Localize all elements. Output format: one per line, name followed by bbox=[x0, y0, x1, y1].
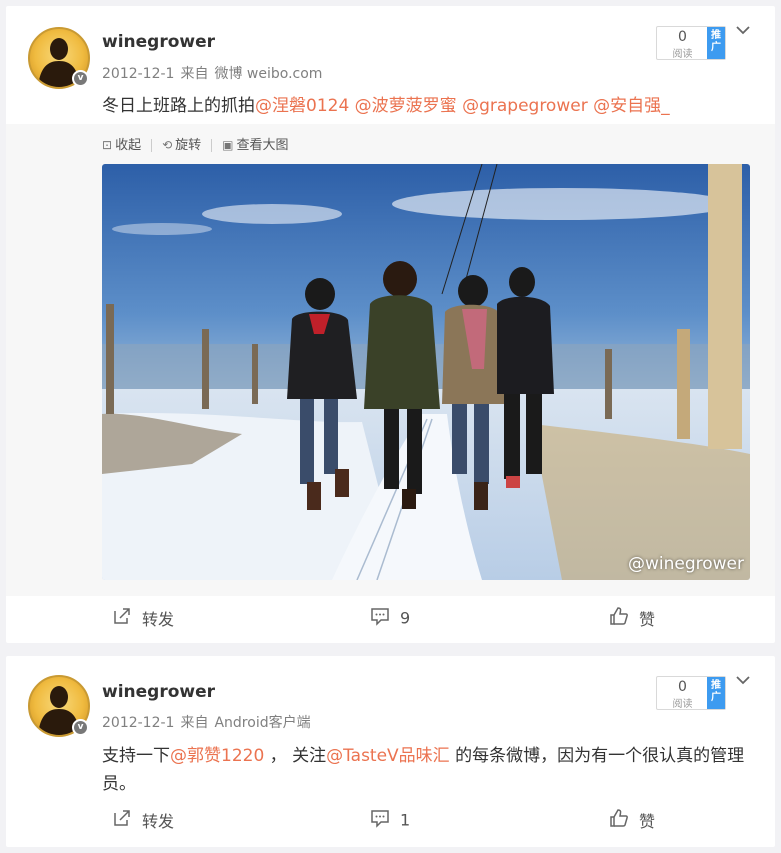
mention-link[interactable]: @波萝菠罗蜜 bbox=[355, 96, 457, 116]
like-label: 赞 bbox=[639, 812, 656, 831]
media-box: ⊡ 收起 ⟲ 旋转 ▣ 查看大图 @winegrower bbox=[6, 124, 775, 596]
rotate-button[interactable]: ⟲ 旋转 bbox=[162, 134, 201, 153]
post-text: 支持一下@郭赞1220 ， 关注@TasteV品味汇 的每条微博，因为有一个很认… bbox=[102, 742, 753, 798]
post-text-part: 支持一下 bbox=[102, 746, 170, 766]
mention-link[interactable]: @grapegrower bbox=[462, 96, 588, 116]
read-label: 阅读 bbox=[672, 49, 693, 60]
promote-button[interactable]: 推广 bbox=[707, 27, 725, 59]
rotate-icon: ⟲ bbox=[162, 138, 173, 152]
read-label: 阅读 bbox=[672, 699, 693, 710]
chevron-down-icon[interactable] bbox=[734, 672, 752, 690]
divider bbox=[211, 139, 213, 152]
action-bar: 转发 9 赞 bbox=[6, 602, 775, 638]
comment-icon bbox=[370, 808, 390, 832]
like-label: 赞 bbox=[639, 610, 656, 629]
photo-watermark: @winegrower bbox=[627, 554, 744, 574]
read-count-box: 0 阅读 推广 bbox=[656, 26, 726, 60]
read-count-box: 0 阅读 推广 bbox=[656, 676, 726, 710]
read-count: 0 bbox=[678, 679, 687, 695]
view-large-button[interactable]: ▣ 查看大图 bbox=[222, 134, 288, 153]
repost-button[interactable]: 转发 bbox=[112, 606, 174, 630]
view-large-icon: ▣ bbox=[222, 138, 234, 152]
like-button[interactable]: 赞 bbox=[609, 606, 655, 630]
comment-button[interactable]: 1 bbox=[370, 808, 410, 832]
mention-link[interactable]: @涅磐0124 bbox=[255, 96, 349, 116]
repost-icon bbox=[112, 606, 132, 630]
repost-icon bbox=[112, 808, 132, 832]
post-date[interactable]: 2012-12-1 bbox=[102, 66, 174, 82]
repost-label: 转发 bbox=[142, 812, 175, 831]
post-text-part: ， 关注 bbox=[264, 746, 327, 766]
verified-icon: v bbox=[72, 719, 89, 736]
repost-label: 转发 bbox=[142, 610, 175, 629]
comment-icon bbox=[370, 606, 390, 630]
post-text: 冬日上班路上的抓拍@涅磐0124 @波萝菠罗蜜 @grapegrower @安自… bbox=[102, 92, 753, 120]
comment-count: 9 bbox=[400, 608, 411, 628]
post-photo[interactable]: @winegrower bbox=[102, 164, 750, 580]
source-prefix: 来自 bbox=[180, 66, 209, 82]
post-source[interactable]: Android客户端 bbox=[214, 715, 310, 731]
verified-icon: v bbox=[72, 70, 89, 87]
mention-link[interactable]: @郭赞1220 bbox=[170, 746, 264, 766]
read-count: 0 bbox=[678, 29, 687, 45]
weibo-feed: v winegrower 2012-12-1 来自 微博 weibo.com 0 阅… bbox=[0, 0, 781, 853]
collapse-button[interactable]: ⊡ 收起 bbox=[102, 134, 141, 153]
post-card: v winegrower 2012-12-1 来自 Android客户端 0 阅读 … bbox=[6, 656, 775, 847]
mention-link[interactable]: @安自强_ bbox=[593, 96, 670, 116]
mention-link[interactable]: @TasteV品味汇 bbox=[326, 746, 450, 766]
chevron-down-icon[interactable] bbox=[734, 22, 752, 40]
collapse-icon: ⊡ bbox=[102, 138, 113, 152]
username[interactable]: winegrower bbox=[102, 32, 215, 52]
username[interactable]: winegrower bbox=[102, 682, 215, 702]
source-prefix: 来自 bbox=[180, 715, 209, 731]
post-text-body: 冬日上班路上的抓拍 bbox=[102, 96, 255, 116]
post-meta: 2012-12-1 来自 Android客户端 bbox=[102, 712, 317, 732]
like-button[interactable]: 赞 bbox=[609, 808, 655, 832]
divider bbox=[151, 139, 153, 152]
like-icon bbox=[609, 808, 629, 832]
repost-button[interactable]: 转发 bbox=[112, 808, 174, 832]
like-icon bbox=[609, 606, 629, 630]
promote-button[interactable]: 推广 bbox=[707, 677, 725, 709]
post-meta: 2012-12-1 来自 微博 weibo.com bbox=[102, 63, 328, 83]
post-date[interactable]: 2012-12-1 bbox=[102, 715, 174, 731]
comment-count: 1 bbox=[400, 810, 411, 830]
post-card: v winegrower 2012-12-1 来自 微博 weibo.com 0 阅… bbox=[6, 6, 775, 643]
action-bar: 转发 1 赞 bbox=[6, 804, 775, 840]
media-toolbar: ⊡ 收起 ⟲ 旋转 ▣ 查看大图 bbox=[102, 134, 299, 154]
post-source[interactable]: 微博 weibo.com bbox=[214, 66, 322, 82]
comment-button[interactable]: 9 bbox=[370, 606, 410, 630]
